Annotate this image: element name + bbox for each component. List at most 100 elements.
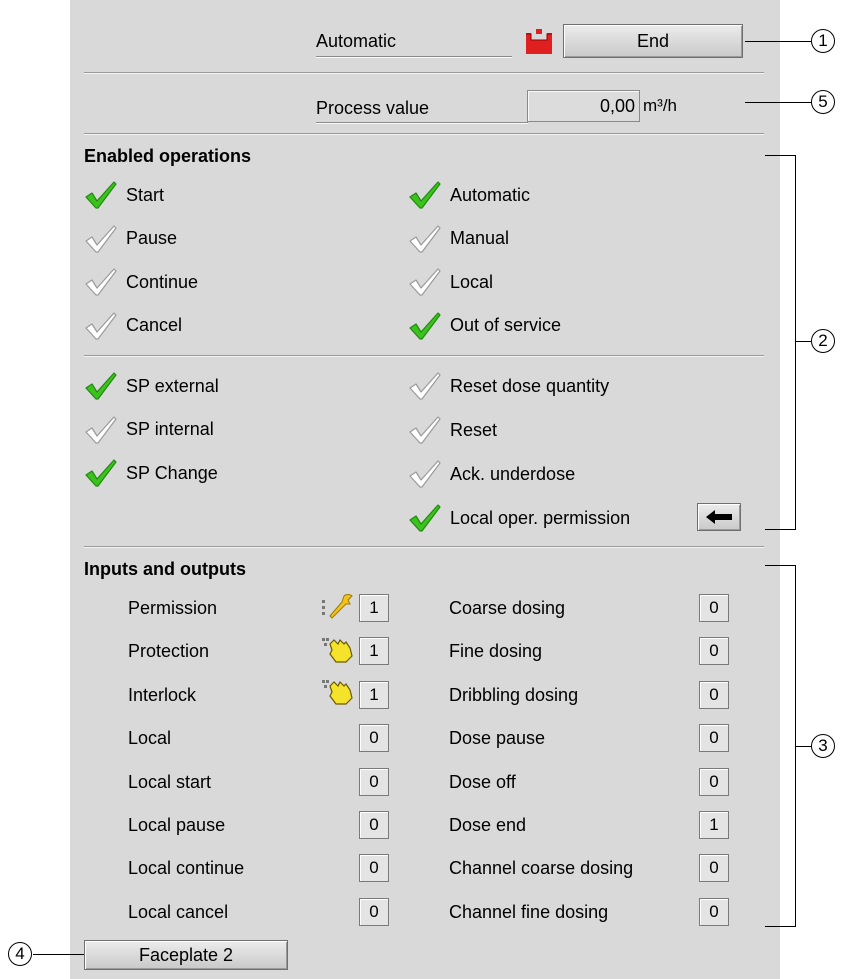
local-permission-arrow-button[interactable] <box>697 503 741 531</box>
dosing-state-icon <box>523 26 555 61</box>
operation-label: Continue <box>126 271 199 292</box>
operation-sp-change: SP Change <box>84 458 218 488</box>
faceplate-2-button[interactable]: Faceplate 2 <box>84 940 288 970</box>
process-unit: m³/h <box>643 96 677 115</box>
callout-2-line <box>796 341 811 342</box>
io-value-local-continue: 0 <box>359 854 389 883</box>
callout-2: 2 <box>811 329 835 353</box>
callout-3-line <box>796 746 811 747</box>
callout-5-line <box>745 102 811 103</box>
io-value-channel-coarse-dosing: 0 <box>699 854 729 883</box>
check-disabled-icon <box>84 267 126 297</box>
check-disabled-icon <box>84 311 126 341</box>
check-enabled-icon <box>408 503 450 533</box>
io-value-interlock: 1 <box>359 680 389 709</box>
check-disabled-icon <box>408 224 450 254</box>
state-button[interactable]: End <box>563 24 743 58</box>
check-enabled-icon <box>408 180 450 210</box>
operation-label: SP internal <box>126 419 214 439</box>
divider-2 <box>84 133 764 135</box>
process-value-label: Process value <box>316 98 430 118</box>
io-value-permission: 1 <box>359 594 389 622</box>
operation-automatic: Automatic <box>408 180 530 210</box>
mode-underline <box>316 56 512 58</box>
operation-cancel: Cancel <box>84 311 182 341</box>
callout-5: 5 <box>811 90 835 114</box>
interlock-hand-icon <box>320 676 354 711</box>
divider-1 <box>84 72 764 74</box>
operation-out-of-service: Out of service <box>408 311 561 341</box>
wrench-icon <box>320 592 354 625</box>
io-label-protection: Protection <box>128 641 210 662</box>
operation-pause: Pause <box>84 224 177 254</box>
callout-3: 3 <box>811 734 835 758</box>
check-enabled-icon <box>84 371 126 401</box>
io-value-dose-end: 1 <box>699 811 729 839</box>
operation-label: Start <box>126 184 165 205</box>
io-label-dose-end: Dose end <box>449 815 527 835</box>
operation-local: Local <box>408 267 493 297</box>
operation-label: Ack. underdose <box>450 463 576 484</box>
check-disabled-icon <box>408 459 450 489</box>
operation-local-oper-permission: Local oper. permission <box>408 503 630 533</box>
operation-label: Cancel <box>126 315 183 335</box>
arrow-left-icon <box>706 510 732 524</box>
io-value-channel-fine-dosing: 0 <box>699 897 729 926</box>
io-value-local-start: 0 <box>359 767 389 796</box>
io-title: Inputs and outputs <box>84 559 246 579</box>
operation-label: Automatic <box>450 184 531 205</box>
io-value-dose-pause: 0 <box>699 724 729 753</box>
io-label-dose-pause: Dose pause <box>449 728 546 749</box>
io-label-fine-dosing: Fine dosing <box>449 641 543 662</box>
io-label-local-continue: Local continue <box>128 858 245 879</box>
process-underline <box>316 122 528 124</box>
operation-label: SP Change <box>126 462 218 483</box>
io-label-channel-coarse-dosing: Channel coarse dosing <box>449 858 634 879</box>
io-value-local-pause: 0 <box>359 811 389 839</box>
mode-label: Automatic <box>316 31 397 51</box>
io-label-channel-fine-dosing: Channel fine dosing <box>449 901 609 922</box>
operation-label: Out of service <box>450 315 562 335</box>
operation-label: Pause <box>126 228 178 248</box>
check-disabled-icon <box>84 415 126 445</box>
io-value-local-cancel: 0 <box>359 897 389 926</box>
callout-4-line <box>33 954 84 955</box>
operation-continue: Continue <box>84 267 198 297</box>
check-enabled-icon <box>84 180 126 210</box>
io-label-permission: Permission <box>128 598 218 618</box>
bracket-3 <box>765 565 796 927</box>
callout-4: 4 <box>8 942 32 966</box>
io-label-dribbling-dosing: Dribbling dosing <box>449 684 579 705</box>
operation-reset-dose-quantity: Reset dose quantity <box>408 371 609 401</box>
io-label-local: Local <box>128 728 172 749</box>
check-disabled-icon <box>84 224 126 254</box>
io-value-fine-dosing: 0 <box>699 637 729 666</box>
protection-hand-icon <box>320 634 354 669</box>
operation-label: Reset <box>450 419 498 440</box>
io-label-dose-off: Dose off <box>449 771 516 792</box>
check-enabled-icon <box>84 458 126 488</box>
operation-reset: Reset <box>408 415 497 445</box>
operation-label: Local <box>450 271 494 292</box>
divider-4 <box>84 546 764 548</box>
io-value-protection: 1 <box>359 637 389 666</box>
operation-label: Local oper. permission <box>450 507 631 528</box>
io-label-local-pause: Local pause <box>128 815 226 835</box>
enabled-operations-title: Enabled operations <box>84 146 252 166</box>
operation-sp-internal: SP internal <box>84 415 214 445</box>
process-value-field: 0,00 <box>527 90 640 122</box>
check-disabled-icon <box>408 267 450 297</box>
io-label-interlock: Interlock <box>128 684 197 705</box>
io-value-dribbling-dosing: 0 <box>699 680 729 709</box>
divider-3 <box>84 355 764 357</box>
bracket-2 <box>765 155 796 530</box>
operation-ack-underdose: Ack. underdose <box>408 459 575 489</box>
io-label-local-start: Local start <box>128 771 212 792</box>
operation-sp-external: SP external <box>84 371 219 401</box>
operation-manual: Manual <box>408 224 509 254</box>
operation-label: Reset dose quantity <box>450 375 610 396</box>
io-value-coarse-dosing: 0 <box>699 594 729 622</box>
operation-label: Manual <box>450 228 510 248</box>
io-value-local: 0 <box>359 724 389 753</box>
check-enabled-icon <box>408 311 450 341</box>
